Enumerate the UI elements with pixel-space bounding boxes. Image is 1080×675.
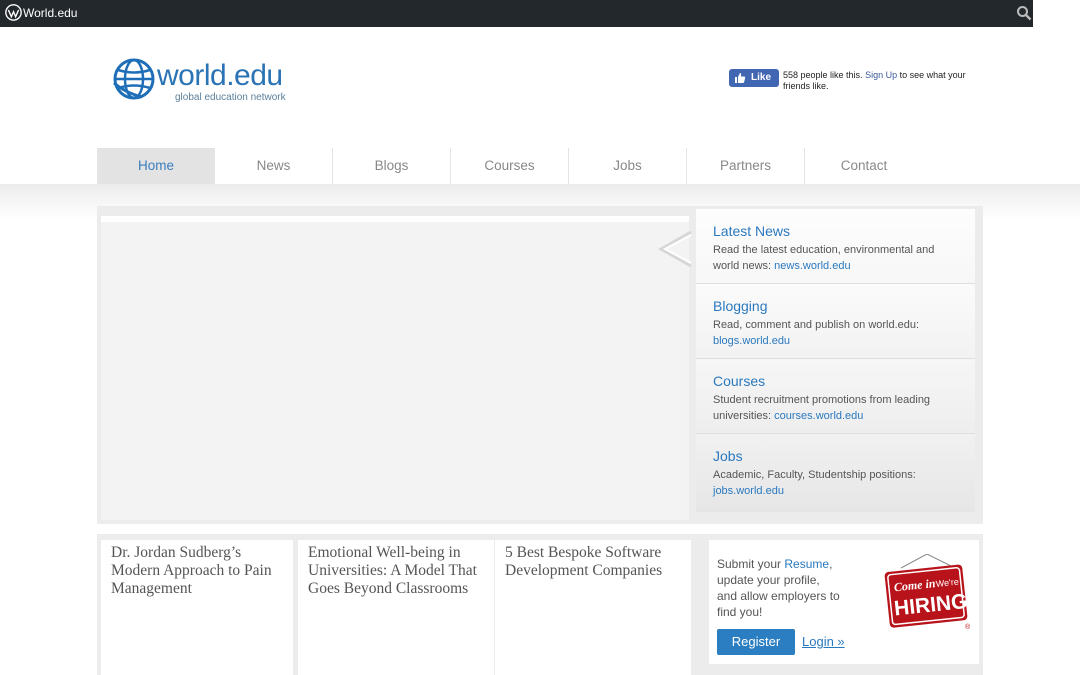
svg-text:®: ® (965, 623, 971, 631)
facebook-signup-link[interactable]: Sign Up (865, 70, 897, 80)
resume-link[interactable]: Resume (784, 557, 829, 571)
story-link[interactable]: Dr. Jordan Sudberg’s Modern Approach to … (101, 540, 293, 675)
like-count-text: 558 people like this. (783, 70, 863, 80)
tab-blogs[interactable]: Blogs (333, 148, 451, 184)
story-link[interactable]: 5 Best Bespoke Software Development Comp… (495, 540, 691, 675)
jobs-link[interactable]: jobs.world.edu (713, 485, 784, 497)
news-link[interactable]: news.world.edu (774, 260, 850, 272)
sidebar-item-blogging[interactable]: Blogging Read, comment and publish on wo… (696, 284, 975, 359)
facebook-like-widget: Like 558 people like this. Sign Up to se… (729, 69, 979, 89)
sidebar-item-jobs[interactable]: Jobs Academic, Faculty, Studentship posi… (696, 434, 975, 512)
sidebar-item-title[interactable]: Blogging (713, 298, 975, 314)
tab-news[interactable]: News (215, 148, 333, 184)
logo-wordmark: world.edu (157, 59, 283, 92)
sidebar-item-courses[interactable]: Courses Student recruitment promotions f… (696, 359, 975, 434)
site-logo[interactable]: world.edu global education network (112, 57, 312, 107)
main-nav: Home News Blogs Courses Jobs Partners Co… (97, 148, 923, 184)
tab-partners[interactable]: Partners (687, 148, 805, 184)
sidebar-item-desc: Student recruitment promotions from lead… (713, 394, 931, 422)
wordpress-icon[interactable] (5, 4, 22, 21)
sidebar-item-latest-news[interactable]: Latest News Read the latest education, e… (696, 209, 975, 284)
jobs-promo-text: Submit your Resume, update your profile,… (717, 557, 840, 619)
sidebar-item-title[interactable]: Courses (713, 373, 975, 389)
logo-tagline: global education network (175, 92, 286, 103)
search-icon[interactable] (1016, 5, 1032, 21)
sidebar-item-desc: Read, comment and publish on world.edu: … (713, 319, 920, 347)
hiring-sign-icon: Come in We're HIRING ® (884, 554, 971, 631)
globe-icon (113, 58, 155, 100)
sidebar-item-desc: Read the latest education, environmental… (713, 244, 935, 272)
like-label: Like (751, 72, 772, 83)
facebook-like-text: 558 people like this. Sign Up to see wha… (783, 70, 973, 89)
facebook-like-button[interactable]: Like (729, 69, 779, 87)
sidebar-item-title[interactable]: Latest News (713, 223, 975, 239)
admin-bar: World.edu (0, 0, 1033, 27)
thumbs-up-icon (735, 73, 746, 83)
login-link[interactable]: Login » (802, 634, 845, 649)
slide-pointer-arrow-icon (658, 230, 692, 268)
site-name-link[interactable]: World.edu (23, 6, 77, 20)
slider-sidebar: Latest News Read the latest education, e… (696, 209, 975, 512)
story-link[interactable]: Emotional Well-being in Universities: A … (298, 540, 494, 675)
register-button[interactable]: Register (717, 629, 795, 655)
sidebar-item-desc: Academic, Faculty, Studentship positions… (713, 469, 916, 497)
courses-link[interactable]: courses.world.edu (774, 410, 863, 422)
tab-home[interactable]: Home (97, 148, 215, 184)
slide-image-area[interactable] (101, 216, 689, 520)
blogs-link[interactable]: blogs.world.edu (713, 335, 790, 347)
jobs-promo-box: Submit your Resume, update your profile,… (709, 540, 979, 664)
tab-courses[interactable]: Courses (451, 148, 569, 184)
tab-jobs[interactable]: Jobs (569, 148, 687, 184)
sidebar-item-title[interactable]: Jobs (713, 448, 975, 464)
tab-contact[interactable]: Contact (805, 148, 923, 184)
